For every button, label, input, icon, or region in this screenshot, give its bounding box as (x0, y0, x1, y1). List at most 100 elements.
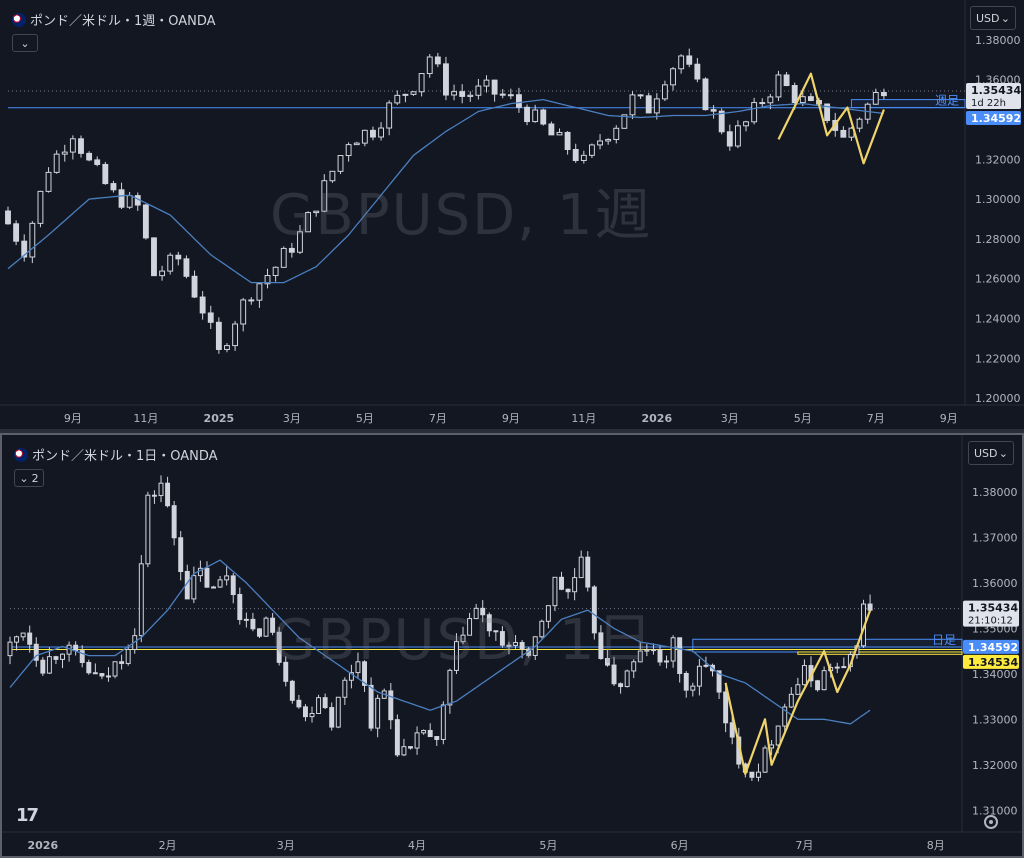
candle-body (629, 94, 636, 116)
gear-icon[interactable] (984, 815, 998, 829)
daily-chart-title[interactable]: ポンド／米ドル・1日・OANDA (14, 445, 218, 464)
price-tick-label: 1.34000 (972, 668, 1018, 681)
candle-body (178, 537, 184, 572)
time-tick-label: 5月 (794, 412, 812, 425)
candle-body (434, 56, 441, 65)
candle-body (138, 563, 144, 637)
candle-body (795, 684, 801, 695)
candle-body (572, 148, 579, 161)
candle-body (232, 323, 239, 347)
candle-body (414, 732, 420, 749)
candle-body (20, 632, 26, 638)
gbp-usd-flag-icon (12, 12, 26, 27)
candle-body (678, 55, 685, 70)
candle-body (749, 771, 755, 778)
price-tick-label: 1.32000 (975, 153, 1021, 166)
weekly-collapse-button[interactable]: ⌄ (12, 34, 38, 52)
candle-body (263, 617, 269, 637)
candle-body (427, 729, 433, 738)
price-tick-label: 1.38000 (975, 34, 1021, 47)
candle-body (677, 637, 683, 674)
candle-body (145, 494, 151, 565)
candle-body (451, 91, 457, 96)
candle-body (759, 102, 766, 105)
time-tick-label: 7月 (867, 412, 885, 425)
candle-body (92, 672, 98, 675)
chevron-down-icon: ⌄ (19, 471, 29, 485)
candle-body (670, 637, 676, 662)
candle-body (572, 577, 578, 593)
weekly-chart-title[interactable]: ポンド／米ドル・1週・OANDA (12, 10, 216, 29)
candle-body (661, 84, 668, 100)
price-axis-badge-value: 1.35434 (971, 84, 1021, 97)
price-tick-label: 1.20000 (975, 392, 1021, 405)
weekly-chart-panel[interactable]: 1.20000 1.22000 1.24000 1.26000 1.28000 1.300… (0, 0, 1024, 429)
candle-body (53, 153, 60, 173)
time-tick-label: 9月 (502, 412, 520, 425)
candle-body (834, 666, 840, 669)
candle-body (499, 93, 506, 96)
daily-watermark: GBPUSD, 1日 (272, 608, 655, 673)
weekly-currency-button[interactable]: USD ⌄ (970, 6, 1016, 30)
candle-body (7, 641, 13, 657)
price-tick-label: 1.30000 (975, 193, 1021, 206)
candle-body (322, 697, 328, 709)
tradingview-logo-icon[interactable]: 17 (16, 805, 39, 826)
candle-body (112, 661, 118, 677)
chevron-down-icon: ⌄ (20, 36, 30, 50)
candle-body (335, 696, 341, 728)
candle-body (171, 505, 177, 539)
candle-body (386, 102, 393, 129)
daily-currency-button[interactable]: USD ⌄ (968, 441, 1014, 465)
price-tick-label: 1.38000 (972, 486, 1018, 499)
candle-body (726, 131, 733, 147)
candle-body (375, 697, 381, 729)
price-tick-label: 1.22000 (975, 352, 1021, 365)
candle-body (394, 94, 401, 104)
candle-body (670, 68, 676, 86)
candle-body (250, 618, 256, 630)
price-axis-badge-value: 1.34592 (971, 112, 1021, 125)
time-tick-label: 11月 (571, 412, 596, 425)
price-tick-label: 1.36000 (972, 577, 1018, 590)
price-axis-badge-value: 1.35434 (968, 602, 1018, 615)
candle-body (743, 121, 749, 127)
candle-body (191, 275, 198, 298)
candle-body (165, 482, 171, 507)
candle-body (872, 91, 879, 105)
candle-body (769, 744, 775, 749)
candle-body (710, 109, 717, 112)
candle-body (694, 63, 701, 80)
candle-body (102, 163, 109, 185)
daily-title-text: ポンド／米ドル・1日・OANDA (32, 449, 218, 464)
candle-body (316, 697, 322, 714)
candle-body (841, 666, 847, 669)
candle-body (645, 95, 652, 114)
candle-body (410, 91, 417, 95)
candle-body (361, 129, 368, 144)
candle-body (272, 266, 279, 277)
candle-body (734, 125, 741, 147)
chevron-down-icon: ⌄ (1000, 11, 1010, 25)
candle-body (421, 729, 427, 734)
candle-body (257, 628, 262, 637)
candle-body (110, 183, 117, 191)
candle-body (532, 109, 539, 123)
candle-body (775, 725, 781, 746)
candle-body (605, 138, 612, 142)
candle-body (664, 660, 670, 663)
candle-body (342, 679, 348, 698)
candle-body (69, 138, 76, 153)
candle-body (696, 665, 702, 687)
daily-chart-panel[interactable]: 1.31000 1.32000 1.33000 1.34000 1.35000 1.360… (0, 433, 1024, 858)
candle-body (13, 223, 20, 242)
time-tick-label: 11月 (133, 412, 158, 425)
time-tick-label: 6月 (671, 839, 689, 852)
candle-body (683, 672, 689, 691)
candle-body (702, 78, 709, 111)
daily-collapse-button[interactable]: ⌄ 2 (14, 469, 44, 487)
price-tick-label: 1.37000 (972, 531, 1018, 544)
candle-body (86, 661, 92, 674)
candle-body (755, 771, 761, 778)
candle-body (540, 109, 547, 125)
